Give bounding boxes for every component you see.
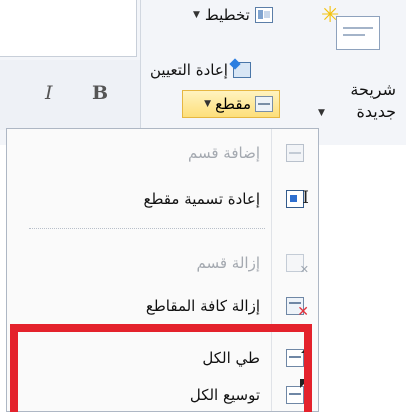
section-button[interactable]: ▼ مقطع (182, 90, 280, 118)
remove-section-icon (286, 254, 309, 276)
reset-icon (232, 62, 251, 78)
reset-button[interactable]: إعادة التعيين (150, 61, 251, 79)
bold-button[interactable]: B (92, 82, 108, 104)
menu-item-label: إزالة كافة المقاطع (145, 297, 260, 315)
layout-button[interactable]: تخطيط ▼ (193, 6, 273, 24)
chevron-down-icon: ▼ (193, 10, 200, 20)
layout-label: تخطيط (204, 6, 250, 24)
highlight-annotation-box (10, 324, 312, 412)
group-separator (140, 0, 141, 132)
menu-divider (29, 228, 265, 229)
chevron-down-icon: ▼ (204, 99, 212, 109)
menu-item-remove-section[interactable]: إزالة قسم (7, 245, 318, 281)
menu-item-label: إعادة تسمية مقطع (143, 190, 260, 208)
menu-item-rename-section[interactable]: إعادة تسمية مقطع (7, 181, 318, 217)
layout-icon (254, 7, 273, 23)
new-slide-label-line2: جديدة (356, 102, 396, 121)
menu-item-label: إزالة قسم (196, 254, 261, 272)
rename-section-icon (286, 188, 309, 208)
font-group-area (0, 60, 140, 130)
italic-button[interactable]: I (45, 82, 53, 104)
font-name-box[interactable] (0, 0, 137, 57)
reset-label: إعادة التعيين (150, 61, 228, 79)
slide-thumbnail-icon (336, 16, 380, 50)
section-icon (255, 96, 273, 112)
chevron-down-icon: ▼ (318, 108, 325, 118)
menu-item-remove-all-sections[interactable]: إزالة كافة المقاطع (7, 288, 318, 324)
remove-all-sections-icon (286, 297, 309, 320)
new-slide-button[interactable]: ✳ شريحة جديدة ▼ (316, 0, 406, 132)
add-section-icon (286, 144, 304, 162)
menu-item-label: إضافة قسم (188, 144, 260, 162)
new-slide-label-line1: شريحة (350, 80, 396, 99)
section-label: مقطع (215, 95, 251, 113)
menu-item-add-section[interactable]: إضافة قسم (7, 135, 318, 171)
